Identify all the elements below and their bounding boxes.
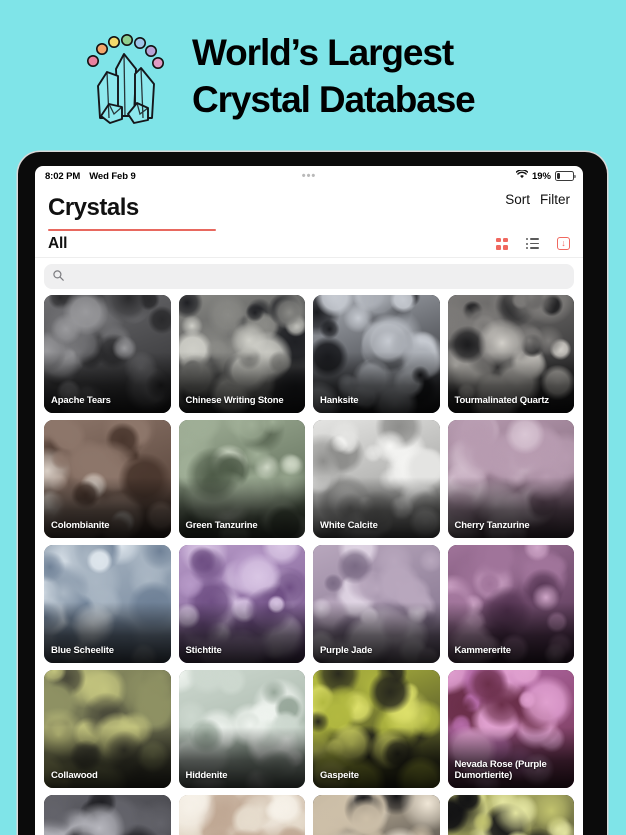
crystal-card[interactable]: Cherry Tanzurine [447, 420, 574, 538]
crystal-card[interactable]: Stichtite [178, 545, 305, 663]
search-input[interactable] [70, 269, 565, 284]
crystal-thumbnail [313, 795, 440, 835]
crystal-card-grid: Apache Tears Chinese Writing Stone Hanks… [35, 295, 583, 835]
battery-low-icon [555, 171, 576, 181]
crystal-card[interactable]: Tourmalinated Quartz [447, 295, 574, 413]
status-bar-time: 8:02 PM [45, 170, 81, 182]
crystal-cluster-icon [78, 24, 174, 128]
crystal-card-label: Hanksite [320, 395, 359, 407]
grid-view-icon[interactable] [496, 237, 508, 250]
crystal-card-label: Collawood [51, 770, 98, 782]
promo-title-line1: World’s Largest [192, 31, 454, 73]
search-bar[interactable] [44, 264, 574, 289]
crystal-card-label: Purple Jade [320, 645, 373, 657]
crystal-thumbnail [178, 795, 305, 835]
crystal-card-label: White Calcite [320, 520, 378, 532]
crystal-card-label: Nevada Rose (Purple Dumortierite) [454, 758, 547, 782]
crystal-card-label: Hiddenite [185, 770, 228, 782]
crystal-card[interactable]: Chinese Writing Stone [178, 295, 305, 413]
crystal-card[interactable]: Kammererite [447, 545, 574, 663]
promo-banner: World’s Largest Crystal Database [0, 0, 626, 152]
wifi-icon [515, 169, 529, 182]
segment-row: All ↓ [35, 230, 583, 258]
crystal-card-label: Stichtite [185, 645, 222, 657]
crystal-card-label: Blue Scheelite [51, 645, 114, 657]
list-view-icon[interactable] [526, 238, 539, 249]
crystal-thumbnail [447, 795, 574, 835]
crystal-card-label: Chinese Writing Stone [185, 395, 284, 407]
crystal-card[interactable]: Hiddenite [178, 670, 305, 788]
filter-button[interactable]: Filter [540, 192, 570, 207]
search-icon [53, 268, 64, 286]
sort-button[interactable]: Sort [505, 192, 530, 207]
status-bar-right: 19% [515, 169, 576, 182]
crystal-card[interactable]: White Calcite [313, 420, 440, 538]
crystal-card-label: Green Tanzurine [185, 520, 258, 532]
crystal-card[interactable] [313, 795, 440, 835]
crystal-card-label: Colombianite [51, 520, 110, 532]
segment-tab-all[interactable]: All [48, 235, 67, 253]
view-mode-icons: ↓ [496, 237, 570, 250]
crystal-card[interactable]: Purple Jade [313, 545, 440, 663]
navbar-actions: Sort Filter [505, 192, 570, 207]
crystal-card[interactable] [447, 795, 574, 835]
status-bar: 8:02 PM Wed Feb 9 ••• 19% [35, 166, 583, 186]
crystal-card-label: Kammererite [454, 645, 512, 657]
crystal-card[interactable]: Collawood [44, 670, 171, 788]
crystal-card[interactable] [178, 795, 305, 835]
battery-percent-label: 19% [531, 170, 551, 182]
crystal-thumbnail [44, 795, 171, 835]
status-bar-date: Wed Feb 9 [89, 170, 136, 182]
download-icon[interactable]: ↓ [557, 237, 570, 250]
crystal-card[interactable]: Nevada Rose (Purple Dumortierite) [447, 670, 574, 788]
search-container [35, 258, 583, 295]
promo-title-line2: Crystal Database [192, 79, 476, 120]
promo-title: World’s Largest Crystal Database [192, 29, 476, 124]
crystal-card[interactable] [44, 795, 171, 835]
crystal-card[interactable]: Hanksite [313, 295, 440, 413]
crystal-card[interactable]: Gaspeite [313, 670, 440, 788]
crystal-card-label: Gaspeite [320, 770, 359, 782]
tablet-device-frame: 8:02 PM Wed Feb 9 ••• 19% Sort Filter Cr… [18, 152, 607, 835]
crystal-card-label: Cherry Tanzurine [454, 520, 530, 532]
crystal-card-label: Tourmalinated Quartz [454, 395, 550, 407]
crystal-card[interactable]: Apache Tears [44, 295, 171, 413]
crystal-card[interactable]: Blue Scheelite [44, 545, 171, 663]
crystal-card[interactable]: Colombianite [44, 420, 171, 538]
page-title: Crystals [48, 194, 139, 221]
app-navbar: Sort Filter Crystals [35, 186, 583, 232]
crystal-card[interactable]: Green Tanzurine [178, 420, 305, 538]
camera-dots-indicator: ••• [301, 169, 317, 182]
tablet-screen: 8:02 PM Wed Feb 9 ••• 19% Sort Filter Cr… [35, 166, 583, 835]
crystal-card-label: Apache Tears [51, 395, 111, 407]
